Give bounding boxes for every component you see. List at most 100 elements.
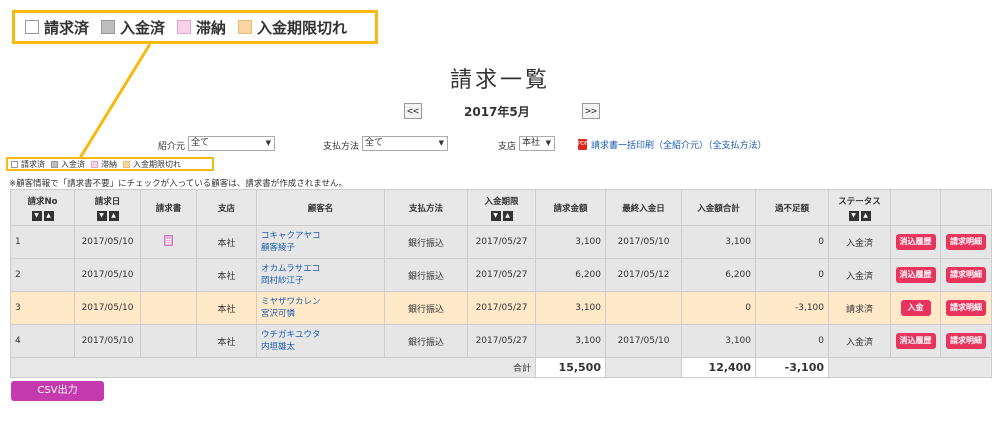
customer-kana[interactable]: ミヤザワカレン [261,296,380,308]
reconcile-history-button[interactable]: 消込履歴 [895,234,936,250]
paid-total-cell: 0 [681,291,756,325]
invoice-detail-button[interactable]: 請求明細 [946,300,986,316]
branch-cell: 本社 [196,258,257,292]
customer-cell[interactable]: ウチガキユウタ 内垣雄太 [256,324,385,358]
introducer-select[interactable]: 全て ▼ [188,136,275,151]
payment-method-value: 全て [365,138,384,148]
header-status: ステータス ▼ ▲ [828,189,891,226]
action-cell: 入金 [890,291,941,325]
amount-cell: 3,100 [535,225,606,259]
sort-desc-icon[interactable]: ▼ [31,210,42,221]
branch-cell: 本社 [196,225,257,259]
header-label: 入金期限 [484,196,519,207]
customer-name[interactable]: 内垣雄太 [261,341,380,353]
status-cell: 請求済 [828,291,891,325]
document-cell [140,324,197,358]
table-row: 1 2017/05/10 本社 コキャクアヤコ 顧客綾子 銀行振込 2017/05… [10,225,992,259]
legend-swatch-overdue [91,160,98,168]
due-date-cell: 2017/05/27 [467,324,536,358]
invoice-no-link[interactable]: 1 [10,225,75,259]
header-difference: 過不足額 [755,189,829,226]
header-action-2 [940,189,992,226]
total-paid: 12,400 [681,357,756,378]
table-row: 2 2017/05/10 本社 オカムラサエコ 岡村紗江子 銀行振込 2017/0… [10,258,992,292]
payment-method-label: 支払方法 [323,142,360,152]
table-row: 4 2017/05/10 本社 ウチガキユウタ 内垣雄太 銀行振込 2017/05… [10,324,992,358]
branch-value: 本社 [522,138,541,148]
customer-cell[interactable]: コキャクアヤコ 顧客綾子 [256,225,385,259]
customer-name[interactable]: 顧客綾子 [261,242,380,254]
legend-swatch-paid [51,160,58,168]
header-action-1 [890,189,941,226]
difference-cell: 0 [755,225,829,259]
branch-label: 支店 [498,142,517,152]
invoice-no-link[interactable]: 4 [10,324,75,358]
chevron-down-icon: ▼ [438,139,444,147]
reconcile-history-button[interactable]: 消込履歴 [895,267,936,283]
last-paid-cell: 2017/05/10 [605,225,682,259]
paid-total-cell: 3,100 [681,324,756,358]
payment-method-cell: 銀行振込 [384,291,468,325]
customer-kana[interactable]: コキャクアヤコ [261,230,380,242]
csv-export-button[interactable]: CSV出力 [11,381,104,401]
customer-name[interactable]: 宮沢可憐 [261,308,380,320]
header-due-date: 入金期限 ▼ ▲ [467,189,536,226]
table-header-row: 請求No ▼ ▲ 請求日 ▼ ▲ 請求書 支店 顧客名 支払方法 入金期限 ▼ ▲ 請求金額… [10,189,992,226]
legend-overdue: 滞納 [91,159,117,170]
document-icon[interactable] [164,235,173,246]
record-payment-button[interactable]: 入金 [900,300,931,316]
invoice-table: 請求No ▼ ▲ 請求日 ▼ ▲ 請求書 支店 顧客名 支払方法 入金期限 ▼ ▲ 請求金額… [10,189,992,378]
payment-method-select[interactable]: 全て ▼ [362,136,448,151]
status-legend: 請求済 入金済 滞納 入金期限切れ [6,157,214,171]
paid-total-cell: 3,100 [681,225,756,259]
bulk-print-link[interactable]: PDF 請求書一括印刷（全紹介元）（全支払方法） [578,138,767,151]
last-paid-cell [605,291,682,325]
legend-label: 入金期限切れ [133,159,181,169]
total-spacer [605,357,682,378]
customer-cell[interactable]: オカムラサエコ 岡村紗江子 [256,258,385,292]
legend-label: 入金済 [61,159,85,169]
sort-asc-icon[interactable]: ▲ [108,210,119,221]
action-cell: 消込履歴 [890,258,941,292]
sort-desc-icon[interactable]: ▼ [848,210,859,221]
header-document: 請求書 [140,189,197,226]
introducer-value: 全て [191,138,210,148]
sort-asc-icon[interactable]: ▲ [860,210,871,221]
action-cell: 消込履歴 [890,324,941,358]
bulk-print-label: 請求書一括印刷（全紹介元）（全支払方法） [591,141,767,151]
prev-month-button[interactable]: << [404,103,422,119]
customer-name[interactable]: 岡村紗江子 [261,275,380,287]
invoice-date: 2017/05/10 [74,324,141,358]
sort-asc-icon[interactable]: ▲ [43,210,54,221]
sort-desc-icon[interactable]: ▼ [490,210,501,221]
customer-kana[interactable]: オカムラサエコ [261,263,380,275]
invoice-detail-button[interactable]: 請求明細 [946,267,986,283]
due-date-cell: 2017/05/27 [467,291,536,325]
sort-desc-icon[interactable]: ▼ [96,210,107,221]
invoice-detail-button[interactable]: 請求明細 [946,234,986,250]
reconcile-history-button[interactable]: 消込履歴 [895,333,936,349]
due-date-cell: 2017/05/27 [467,225,536,259]
legend-swatch-expired [123,160,130,168]
header-label: ステータス [838,196,881,207]
page-title: 請求一覧 [449,68,550,93]
paid-total-cell: 6,200 [681,258,756,292]
payment-method-cell: 銀行振込 [384,324,468,358]
sort-asc-icon[interactable]: ▲ [502,210,513,221]
invoice-no-link[interactable]: 2 [10,258,75,292]
action-cell: 請求明細 [940,225,992,259]
invoice-detail-button[interactable]: 請求明細 [946,333,986,349]
customer-cell[interactable]: ミヤザワカレン 宮沢可憐 [256,291,385,325]
chevron-down-icon: ▼ [265,139,271,147]
invoice-date: 2017/05/10 [74,291,141,325]
header-invoice-no: 請求No ▼ ▲ [10,189,75,226]
header-amount: 請求金額 [535,189,606,226]
branch-select[interactable]: 本社 ▼ [519,136,555,151]
header-label: 請求No [27,196,58,207]
document-cell [140,225,197,259]
invoice-no-link[interactable]: 3 [10,291,75,325]
next-month-button[interactable]: >> [582,103,600,119]
legend-paid: 入金済 [51,159,85,170]
customer-kana[interactable]: ウチガキユウタ [261,329,380,341]
branch-cell: 本社 [196,324,257,358]
